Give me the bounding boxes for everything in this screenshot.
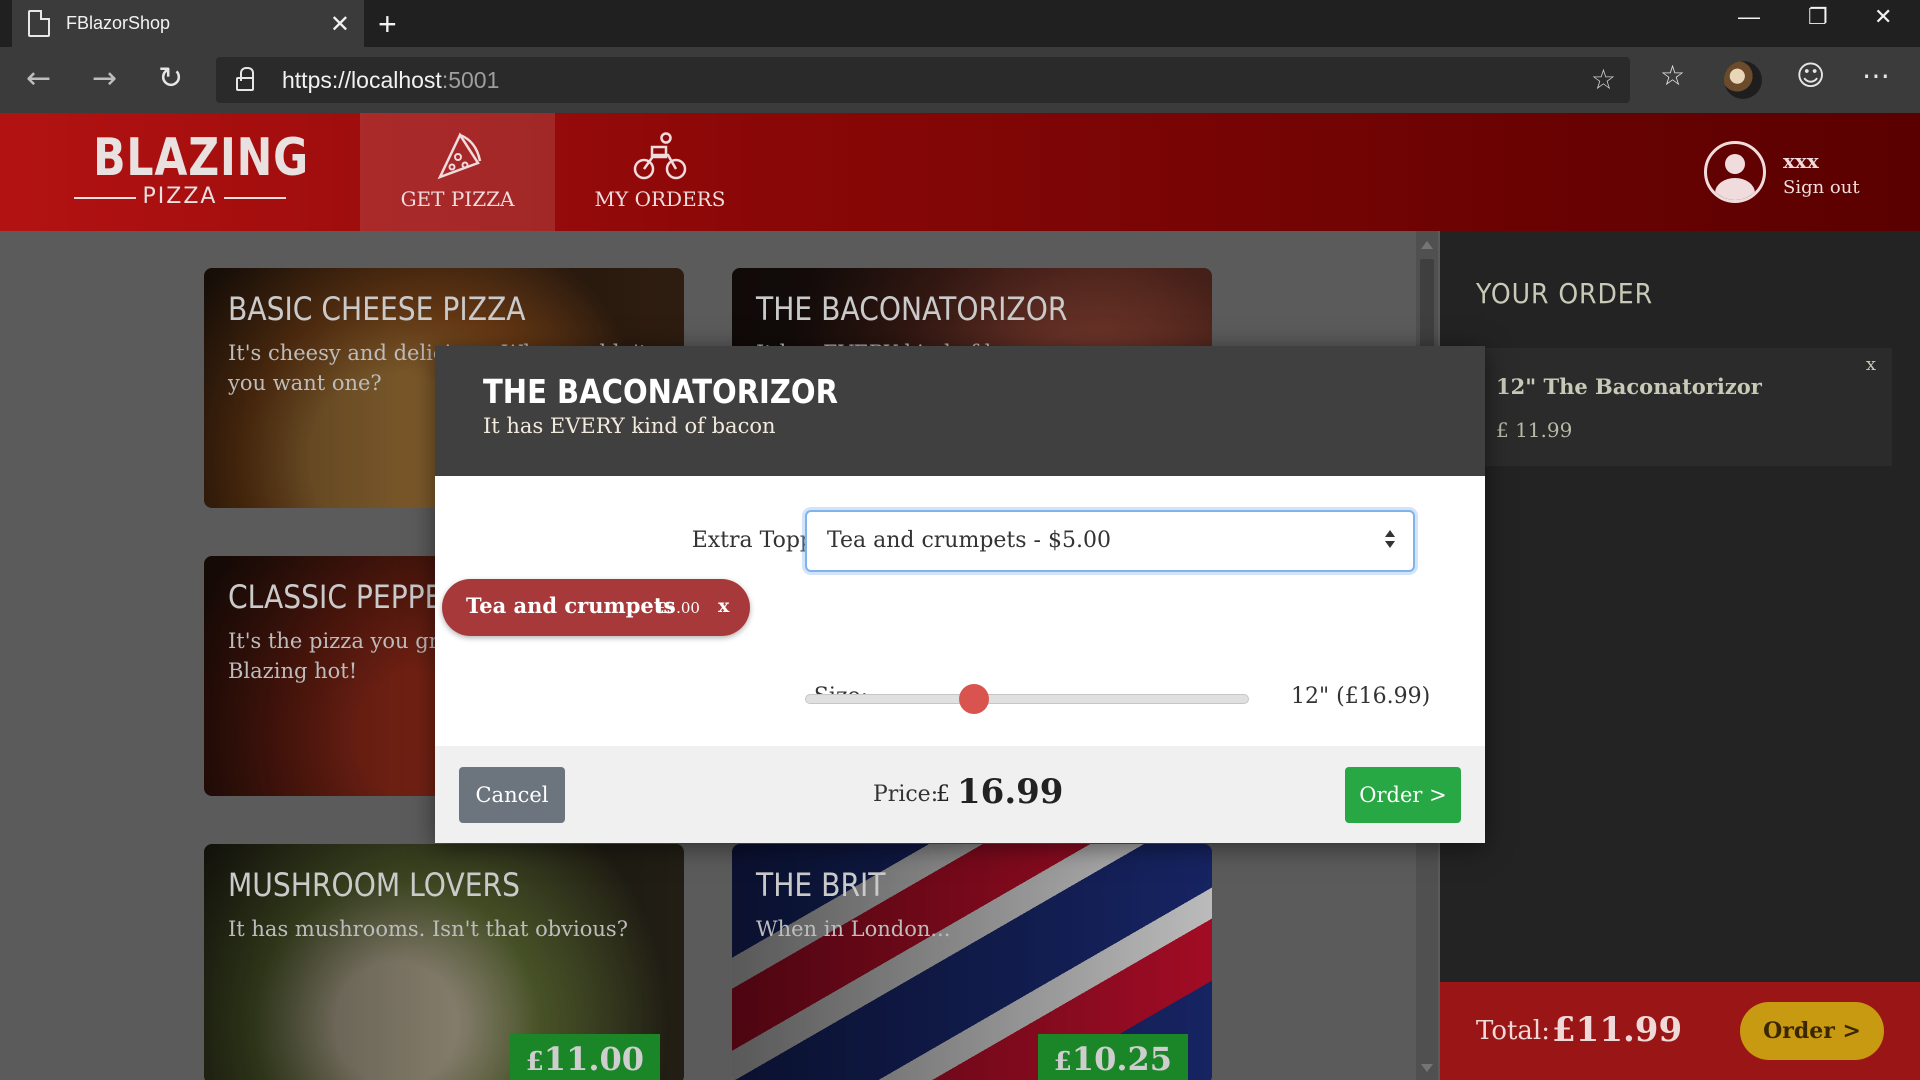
- minimize-icon[interactable]: —: [1738, 4, 1760, 30]
- price-value: 16.99: [957, 772, 1064, 812]
- new-tab-icon[interactable]: +: [378, 6, 397, 43]
- app-header: BLAZING PIZZA GET PIZZA MY ORDERS xxx Si…: [0, 113, 1920, 231]
- order-item-name: 12" The Baconatorizor: [1496, 374, 1762, 399]
- nav-get-pizza[interactable]: GET PIZZA: [360, 113, 555, 231]
- order-item-price: £ 11.99: [1496, 418, 1573, 442]
- remove-topping-button[interactable]: x: [718, 595, 729, 617]
- configure-pizza-dialog: THE BACONATORIZOR It has EVERY kind of b…: [435, 346, 1485, 843]
- topping-chip: Tea and crumpets £5.00 x: [442, 579, 750, 636]
- back-icon[interactable]: ←: [26, 61, 51, 96]
- browser-navbar: ← → ↻ https://localhost:5001 ☆ ☆ ☺ ⋯: [0, 47, 1920, 113]
- profile-avatar[interactable]: [1724, 61, 1762, 99]
- total-label: Total:: [1476, 1016, 1551, 1046]
- feedback-smiley-icon[interactable]: ☺: [1796, 59, 1825, 92]
- topping-chip-price: £5.00: [657, 599, 700, 617]
- dialog-footer: Cancel Price: £ 16.99 Order >: [435, 746, 1485, 843]
- dialog-title: THE BACONATORIZOR: [483, 372, 838, 411]
- tab-title: FBlazorShop: [66, 13, 171, 33]
- place-order-button[interactable]: Order >: [1740, 1002, 1884, 1060]
- user-name: xxx: [1783, 149, 1819, 173]
- dialog-header: THE BACONATORIZOR It has EVERY kind of b…: [435, 346, 1485, 476]
- toppings-select-value: Tea and crumpets - $5.00: [827, 528, 1111, 553]
- dialog-subtitle: It has EVERY kind of bacon: [483, 414, 776, 438]
- browser-tabbar: FBlazorShop ✕ + — ❐ ✕: [0, 0, 1920, 47]
- size-slider-track[interactable]: [805, 694, 1249, 704]
- nav-my-orders[interactable]: MY ORDERS: [555, 113, 765, 231]
- close-window-icon[interactable]: ✕: [1874, 4, 1892, 30]
- address-bar[interactable]: https://localhost:5001 ☆: [216, 57, 1630, 103]
- more-menu-icon[interactable]: ⋯: [1862, 59, 1890, 92]
- price-label: Price:: [873, 782, 939, 807]
- size-value: 12" (£16.99): [1291, 684, 1431, 709]
- forward-icon[interactable]: →: [92, 61, 117, 96]
- url-text[interactable]: https://localhost:5001: [282, 67, 499, 94]
- refresh-icon[interactable]: ↻: [158, 61, 183, 96]
- pizza-slice-icon: [437, 132, 481, 180]
- your-order-heading: YOUR ORDER: [1476, 277, 1654, 310]
- order-total-bar: Total: £11.99 Order >: [1440, 982, 1920, 1080]
- order-button[interactable]: Order >: [1345, 767, 1461, 823]
- size-slider[interactable]: [805, 684, 1249, 714]
- toppings-select[interactable]: Tea and crumpets - $5.00: [805, 510, 1415, 572]
- page-icon: [28, 10, 50, 37]
- remove-item-button[interactable]: x: [1866, 354, 1876, 375]
- sign-out-link[interactable]: Sign out: [1783, 177, 1860, 198]
- logo-big-text: BLAZING: [93, 128, 309, 188]
- logo-small-text: PIZZA: [74, 185, 286, 209]
- motorbike-icon: [633, 132, 687, 180]
- restore-icon[interactable]: ❐: [1808, 4, 1828, 30]
- close-tab-icon[interactable]: ✕: [330, 10, 350, 39]
- user-avatar-icon: [1704, 141, 1766, 203]
- cancel-button[interactable]: Cancel: [459, 767, 565, 823]
- price-currency: £: [936, 782, 950, 807]
- favorite-star-icon[interactable]: ☆: [1591, 63, 1616, 96]
- lock-icon: [236, 67, 254, 91]
- order-sidebar: YOUR ORDER 12" The Baconatorizor £ 11.99…: [1440, 231, 1920, 1080]
- nav-get-pizza-label: GET PIZZA: [400, 187, 515, 211]
- nav-my-orders-label: MY ORDERS: [594, 187, 726, 211]
- brand-logo[interactable]: BLAZING PIZZA: [74, 128, 309, 213]
- select-arrows-icon: [1385, 530, 1395, 550]
- order-item: 12" The Baconatorizor £ 11.99 x: [1470, 348, 1892, 466]
- browser-tab[interactable]: FBlazorShop ✕: [12, 0, 364, 47]
- total-value: £11.99: [1552, 1010, 1683, 1050]
- favorites-list-icon[interactable]: ☆: [1660, 59, 1685, 92]
- size-slider-handle[interactable]: [958, 684, 989, 714]
- topping-chip-name: Tea and crumpets: [466, 593, 676, 618]
